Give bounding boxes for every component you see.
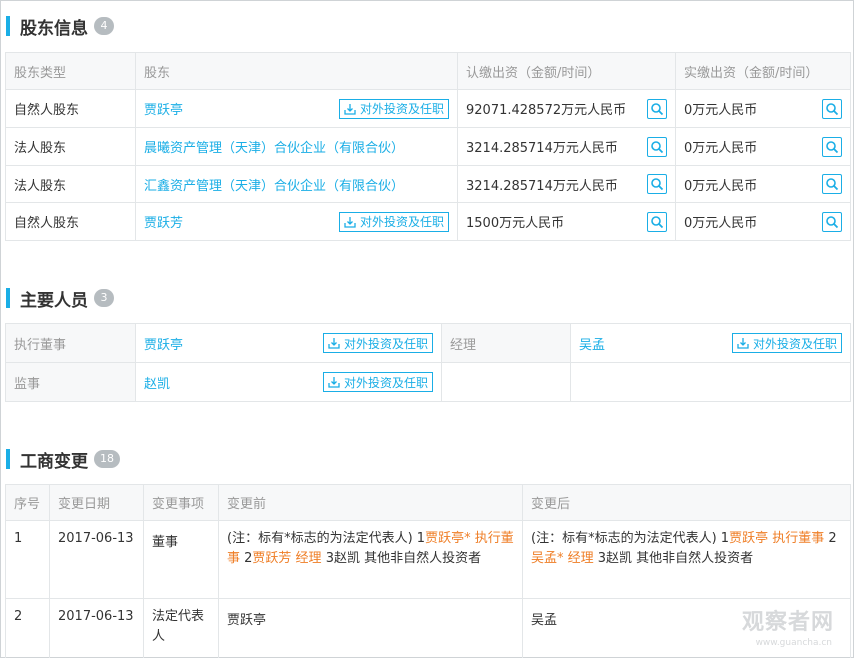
col-header-no: 序号 <box>5 484 50 521</box>
change-text: 吴孟 <box>531 613 558 628</box>
subscribed-amount: 3214.285714万元人民币 <box>466 141 618 156</box>
shareholders-table: 股东类型 股东 认缴出资（金额/时间） 实缴出资（金额/时间） 自然人股东 贾跃… <box>5 52 851 241</box>
change-text: 2 <box>240 551 253 566</box>
table-row: 1 2017-06-13 董事 (注：标有*标志的为法定代表人) 1贾跃亭* 执… <box>5 520 851 599</box>
shareholder-type: 自然人股东 <box>5 202 136 241</box>
personnel-name-link[interactable]: 吴孟 <box>579 334 605 353</box>
empty-cell <box>441 362 571 402</box>
export-icon <box>344 103 356 115</box>
shareholder-name-link[interactable]: 贾跃亭 <box>144 99 183 118</box>
watermark-logo: 观察者网 <box>741 610 834 635</box>
change-text: (注：标有*标志的为法定代表人) 1 <box>227 531 426 546</box>
changes-title: 工商变更 <box>20 451 88 472</box>
col-header-date: 变更日期 <box>49 484 144 521</box>
paid-amount: 0万元人民币 <box>684 103 758 118</box>
shareholder-name-link[interactable]: 贾跃芳 <box>144 212 183 231</box>
watermark-url: www.guancha.cn <box>755 638 832 648</box>
export-icon <box>328 338 340 349</box>
section-accent-bar <box>6 16 10 36</box>
change-item: 法定代表人 <box>143 598 219 658</box>
shareholder-type: 法人股东 <box>5 127 136 166</box>
search-icon[interactable] <box>822 174 842 194</box>
shareholders-title: 股东信息 <box>20 18 88 39</box>
table-row: 自然人股东 贾跃亭 对外投资及任职 92071.428572万元人民币 0万元人… <box>5 89 851 128</box>
highlight-text: 贾跃芳 经理 <box>252 551 322 566</box>
search-icon[interactable] <box>647 98 667 119</box>
shareholder-name-link[interactable]: 汇鑫资产管理（天津）合伙企业（有限合伙） <box>144 179 404 194</box>
col-header-before: 变更前 <box>218 484 523 521</box>
highlight-text: 吴孟* 经理 <box>531 551 594 566</box>
invest-position-button[interactable]: 对外投资及任职 <box>731 333 842 353</box>
export-icon <box>344 216 356 228</box>
export-icon <box>328 377 340 388</box>
personnel-section-header: 主要人员 3 <box>6 286 114 311</box>
change-date: 2017-06-13 <box>49 598 144 658</box>
search-icon[interactable] <box>647 211 667 232</box>
change-no: 1 <box>5 520 50 599</box>
table-row: 执行董事 贾跃亭 对外投资及任职 经理 吴孟 对外投资及任职 <box>5 323 851 363</box>
table-row: 监事 赵凯 对外投资及任职 <box>5 362 851 402</box>
personnel-name-link[interactable]: 赵凯 <box>144 373 170 392</box>
change-text: 3赵凯 其他非自然人投资者 <box>321 551 482 566</box>
section-accent-bar <box>6 449 10 469</box>
empty-cell <box>570 362 851 402</box>
search-icon[interactable] <box>647 136 667 157</box>
paid-amount: 0万元人民币 <box>684 141 758 156</box>
col-header-after: 变更后 <box>522 484 851 521</box>
changes-section-header: 工商变更 18 <box>6 447 120 472</box>
col-header-type: 股东类型 <box>5 52 136 90</box>
change-after: (注：标有*标志的为法定代表人) 1贾跃亭 执行董事 2 吴孟* 经理 3赵凯 其… <box>522 520 851 599</box>
personnel-title: 主要人员 <box>20 290 88 311</box>
paid-amount: 0万元人民币 <box>684 178 758 194</box>
export-icon <box>737 338 749 349</box>
change-text: 2 <box>824 531 837 546</box>
shareholders-count-badge: 4 <box>94 17 114 35</box>
changes-header-row: 序号 变更日期 变更事项 变更前 变更后 <box>5 484 851 521</box>
invest-position-button[interactable]: 对外投资及任职 <box>322 372 433 392</box>
table-row: 法人股东 晨曦资产管理（天津）合伙企业（有限合伙） 3214.285714万元人… <box>5 127 851 166</box>
changes-table: 序号 变更日期 变更事项 变更前 变更后 1 2017-06-13 董事 (注：… <box>5 484 851 658</box>
personnel-name-link[interactable]: 贾跃亭 <box>144 334 183 353</box>
col-header-item: 变更事项 <box>143 484 219 521</box>
personnel-role: 监事 <box>5 362 136 402</box>
search-icon[interactable] <box>647 174 667 194</box>
change-no: 2 <box>5 598 50 658</box>
paid-amount: 0万元人民币 <box>684 216 758 231</box>
shareholders-header-row: 股东类型 股东 认缴出资（金额/时间） 实缴出资（金额/时间） <box>5 52 851 90</box>
table-row: 2 2017-06-13 法定代表人 贾跃亭 吴孟 <box>5 598 851 658</box>
change-text: 3赵凯 其他非自然人投资者 <box>593 551 754 566</box>
section-accent-bar <box>6 288 10 308</box>
col-header-subscribed: 认缴出资（金额/时间） <box>457 52 676 90</box>
col-header-paid: 实缴出资（金额/时间） <box>675 52 851 90</box>
table-row: 法人股东 汇鑫资产管理（天津）合伙企业（有限合伙） 3214.285714万元人… <box>5 165 851 203</box>
invest-position-button[interactable]: 对外投资及任职 <box>338 98 449 119</box>
change-item: 董事 <box>143 520 219 599</box>
invest-position-button[interactable]: 对外投资及任职 <box>322 333 433 353</box>
subscribed-amount: 1500万元人民币 <box>466 216 565 231</box>
personnel-table: 执行董事 贾跃亭 对外投资及任职 经理 吴孟 对外投资及任职 监事 赵凯 对外投… <box>5 323 851 402</box>
col-header-shareholder: 股东 <box>135 52 458 90</box>
subscribed-amount: 92071.428572万元人民币 <box>466 103 627 118</box>
search-icon[interactable] <box>822 98 842 119</box>
invest-position-button[interactable]: 对外投资及任职 <box>338 211 449 232</box>
personnel-role: 经理 <box>441 323 571 363</box>
change-date: 2017-06-13 <box>49 520 144 599</box>
shareholder-type: 法人股东 <box>5 165 136 203</box>
highlight-text: 贾跃亭 执行董事 <box>729 531 825 546</box>
change-text: (注：标有*标志的为法定代表人) 1 <box>531 531 730 546</box>
search-icon[interactable] <box>822 136 842 157</box>
shareholder-type: 自然人股东 <box>5 89 136 128</box>
shareholders-section-header: 股东信息 4 <box>6 14 114 39</box>
personnel-count-badge: 3 <box>94 289 114 307</box>
change-text: 贾跃亭 <box>227 613 267 628</box>
search-icon[interactable] <box>822 211 842 232</box>
subscribed-amount: 3214.285714万元人民币 <box>466 178 618 194</box>
change-before: 贾跃亭 <box>218 598 523 658</box>
table-row: 自然人股东 贾跃芳 对外投资及任职 1500万元人民币 0万元人民币 <box>5 202 851 241</box>
personnel-role: 执行董事 <box>5 323 136 363</box>
change-before: (注：标有*标志的为法定代表人) 1贾跃亭* 执行董事 2贾跃芳 经理 3赵凯 … <box>218 520 523 599</box>
changes-count-badge: 18 <box>94 450 120 468</box>
shareholder-name-link[interactable]: 晨曦资产管理（天津）合伙企业（有限合伙） <box>144 141 404 156</box>
